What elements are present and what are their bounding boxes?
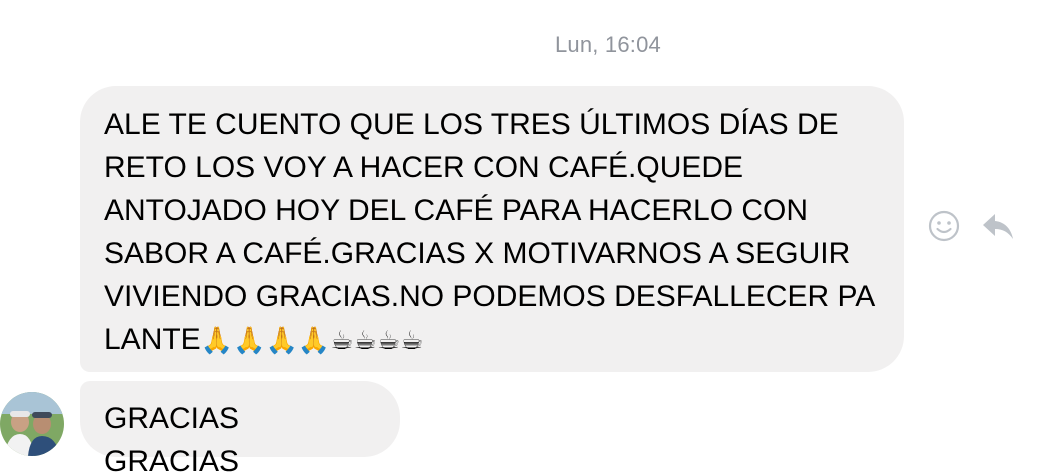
message-thread: Lun, 16:04 ALE TE CUENTO QUE LOS TRES ÚL… [0,0,1060,472]
message-actions [926,208,1016,244]
message-text: GRACIAS GRACIAS [104,402,240,472]
reply-arrow-icon[interactable] [980,208,1016,244]
message-bubble[interactable]: ALE TE CUENTO QUE LOS TRES ÚLTIMOS DÍAS … [80,86,904,372]
message-text: ALE TE CUENTO QUE LOS TRES ÚLTIMOS DÍAS … [104,108,876,356]
message-emoji: 🙏🙏🙏🙏☕☕☕☕ [200,326,424,356]
message-timestamp: Lun, 16:04 [555,32,661,57]
smiley-icon[interactable] [926,208,962,244]
message-bubble[interactable]: GRACIAS GRACIAS [80,381,400,472]
avatar[interactable] [0,392,64,456]
avatar-photo [0,392,64,456]
